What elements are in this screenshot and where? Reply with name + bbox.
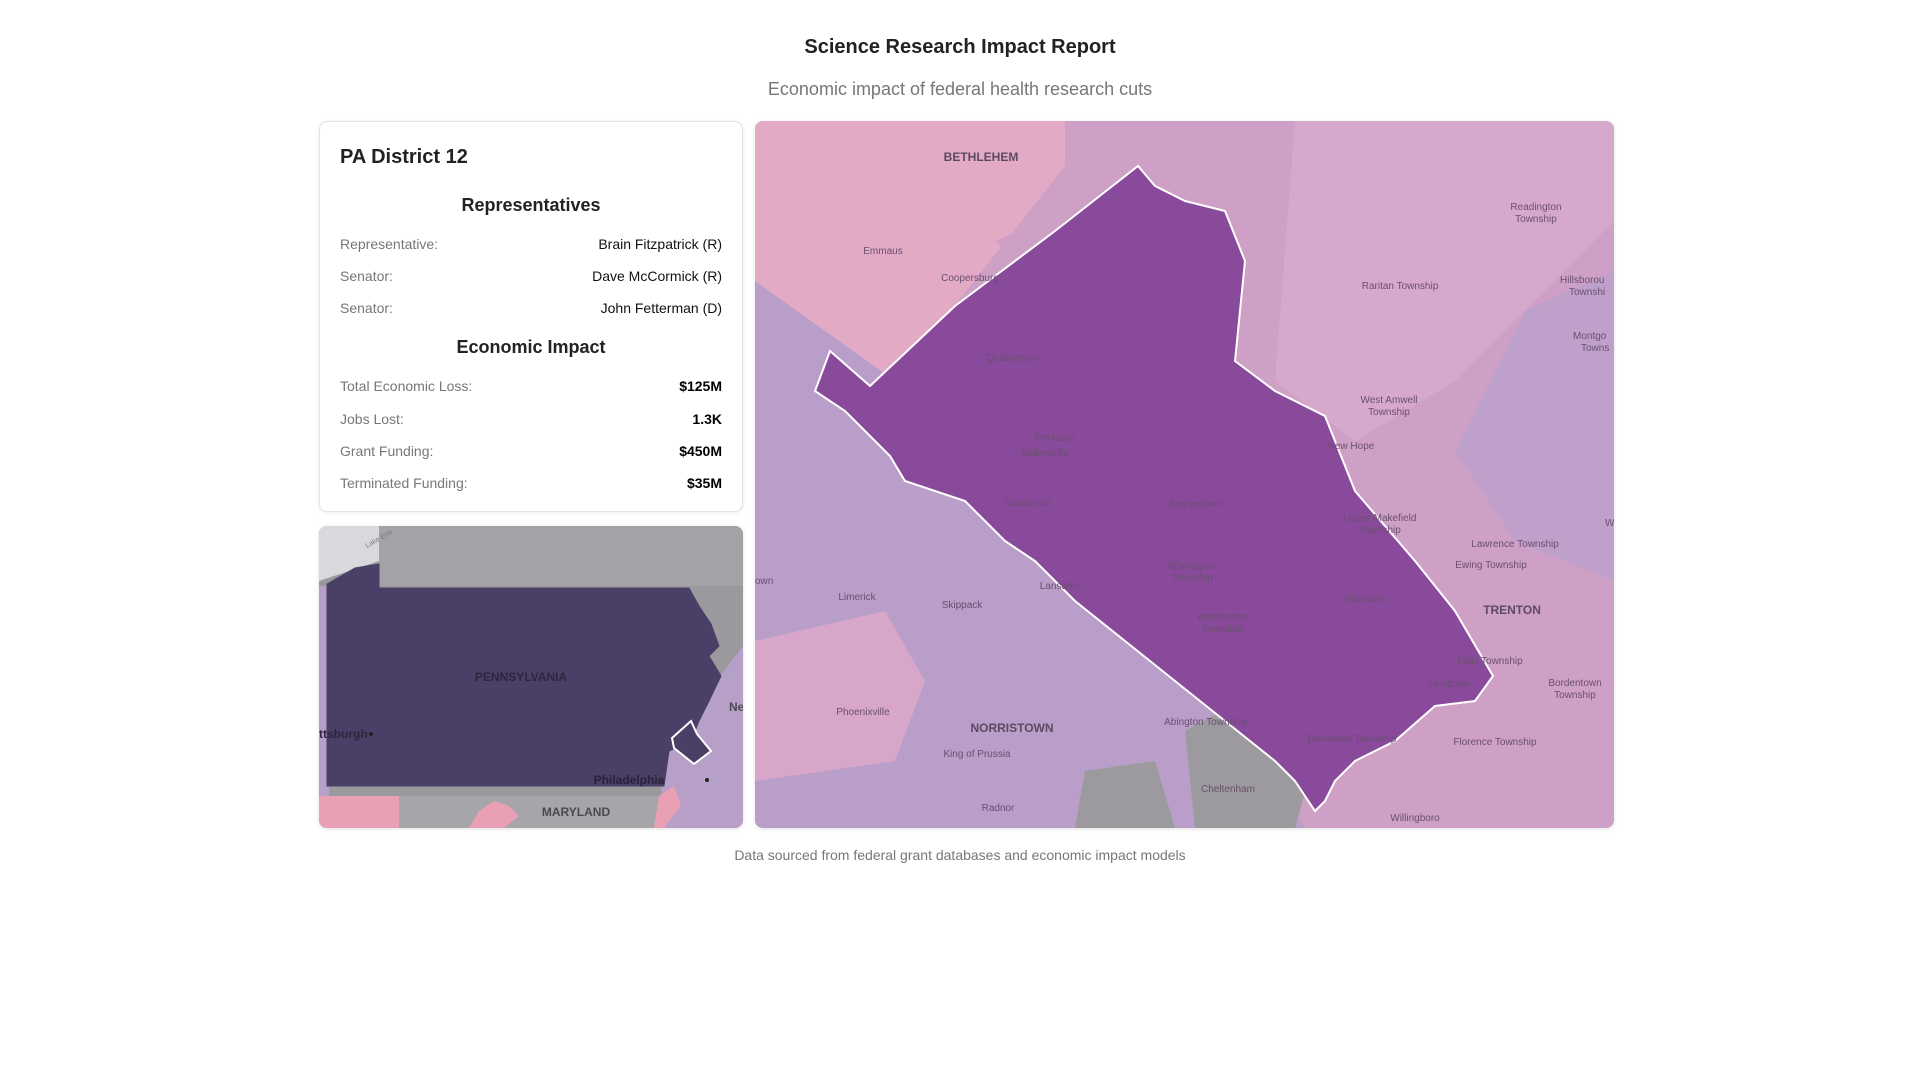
town-label: Raritan Township bbox=[1362, 281, 1439, 292]
town-label: Lawrence Township bbox=[1471, 539, 1559, 550]
maryland-area bbox=[399, 796, 659, 828]
terminated-funding-row: Terminated Funding: $35M bbox=[340, 473, 722, 493]
town-label: W bbox=[1605, 518, 1614, 529]
town-label: Souderton bbox=[1004, 498, 1050, 509]
district-detail-map-svg[interactable]: BETHLEHEM Emmaus Coopersburg Quakertown … bbox=[755, 121, 1614, 828]
town-label: Falls Township bbox=[1457, 656, 1523, 667]
state-overview-map[interactable]: PENNSYLVANIA MARYLAND Philadelphia ttsbu… bbox=[319, 526, 743, 828]
row-label: Terminated Funding: bbox=[340, 475, 468, 491]
town-label: Quakertown bbox=[986, 353, 1040, 364]
representative-row: Representative: Brain Fitzpatrick (R) bbox=[340, 234, 722, 254]
row-label: Grant Funding: bbox=[340, 443, 434, 459]
city-label: NORRISTOWN bbox=[970, 721, 1053, 735]
town-label: King of Prussia bbox=[943, 749, 1011, 760]
philadelphia-dot bbox=[705, 778, 709, 782]
row-label: Total Economic Loss: bbox=[340, 378, 473, 394]
town-label: Florence Township bbox=[1453, 737, 1537, 748]
west-virginia-area bbox=[319, 796, 399, 828]
town-label: Lansdale bbox=[1040, 581, 1081, 592]
town-label: Township bbox=[1171, 573, 1213, 584]
senator-row: Senator: Dave McCormick (R) bbox=[340, 266, 722, 286]
town-label: Hillsborou bbox=[1560, 275, 1604, 286]
town-label: Bordentown bbox=[1548, 678, 1601, 689]
town-label: Towns bbox=[1581, 343, 1609, 354]
town-label: Limerick bbox=[838, 592, 876, 603]
maryland-label: MARYLAND bbox=[542, 805, 611, 819]
town-label: Levittown bbox=[1429, 679, 1471, 690]
district-detail-map[interactable]: BETHLEHEM Emmaus Coopersburg Quakertown … bbox=[755, 121, 1614, 828]
town-label: Newtown bbox=[1344, 594, 1385, 605]
town-label: Emmaus bbox=[863, 246, 902, 257]
town-label: Doylestown bbox=[1170, 499, 1222, 510]
town-label: Warminster bbox=[1197, 612, 1248, 623]
city-label: TRENTON bbox=[1483, 603, 1541, 617]
town-label: Township bbox=[1554, 690, 1596, 701]
row-value: Dave McCormick (R) bbox=[592, 268, 722, 284]
row-value: 1.3K bbox=[692, 411, 722, 427]
economic-loss-row: Total Economic Loss: $125M bbox=[340, 376, 722, 396]
town-label: Coopersburg bbox=[941, 273, 999, 284]
row-value: $125M bbox=[679, 378, 722, 394]
town-label: West Amwell bbox=[1360, 395, 1417, 406]
philadelphia-label: Philadelphia bbox=[594, 773, 665, 787]
data-source-note: Data sourced from federal grant database… bbox=[734, 847, 1186, 863]
town-label: Radnor bbox=[982, 803, 1015, 814]
city-label: BETHLEHEM bbox=[944, 150, 1019, 164]
town-label: Warrington bbox=[1168, 561, 1217, 572]
town-label: Willingboro bbox=[1390, 813, 1440, 824]
new-york-city-label: Ne bbox=[729, 700, 743, 714]
grant-funding-row: Grant Funding: $450M bbox=[340, 441, 722, 461]
economic-impact-heading: Economic Impact bbox=[456, 337, 606, 357]
page-subtitle: Economic impact of federal health resear… bbox=[767, 79, 1153, 99]
town-label: Phoenixville bbox=[836, 707, 890, 718]
town-label: Townshi bbox=[1569, 287, 1605, 298]
town-label: Abington Township bbox=[1164, 717, 1248, 728]
row-label: Senator: bbox=[340, 268, 393, 284]
town-label: Township bbox=[1201, 624, 1243, 635]
row-value: $35M bbox=[686, 475, 722, 491]
town-label: Ewing Township bbox=[1455, 560, 1527, 571]
pittsburgh-dot bbox=[369, 732, 373, 736]
town-label: Montgo bbox=[1573, 331, 1607, 342]
district-title: PA District 12 bbox=[340, 146, 468, 168]
town-label: Readington bbox=[1510, 202, 1561, 213]
town-label: Perkasie bbox=[1036, 433, 1075, 444]
pittsburgh-label: ttsburgh bbox=[319, 727, 368, 741]
district-info-card: PA District 12 Representatives Represent… bbox=[319, 121, 743, 512]
town-label: New Hope bbox=[1328, 441, 1375, 452]
town-label: Township bbox=[1515, 214, 1557, 225]
town-label: Township bbox=[1368, 407, 1410, 418]
representatives-heading: Representatives bbox=[461, 195, 601, 215]
row-label: Senator: bbox=[340, 300, 393, 316]
town-label: Sellersville bbox=[1021, 448, 1069, 459]
town-label: Skippack bbox=[942, 600, 984, 611]
town-label: own bbox=[755, 576, 773, 587]
senator-row: Senator: John Fetterman (D) bbox=[340, 298, 722, 318]
page-title: Science Research Impact Report bbox=[804, 36, 1116, 58]
new-york-area bbox=[379, 526, 743, 586]
town-label: Bensalem Township bbox=[1308, 734, 1397, 745]
row-value: $450M bbox=[679, 443, 722, 459]
row-label: Representative: bbox=[340, 236, 439, 252]
row-value: Brain Fitzpatrick (R) bbox=[598, 236, 722, 252]
row-value: John Fetterman (D) bbox=[600, 300, 722, 316]
town-label: Upper Makefield bbox=[1344, 513, 1417, 524]
jobs-lost-row: Jobs Lost: 1.3K bbox=[340, 409, 722, 429]
town-label: Township bbox=[1359, 525, 1401, 536]
pennsylvania-label: PENNSYLVANIA bbox=[475, 670, 568, 684]
state-overview-map-svg[interactable]: PENNSYLVANIA MARYLAND Philadelphia ttsbu… bbox=[319, 526, 743, 828]
row-label: Jobs Lost: bbox=[340, 411, 404, 427]
town-label: Cheltenham bbox=[1201, 784, 1255, 795]
